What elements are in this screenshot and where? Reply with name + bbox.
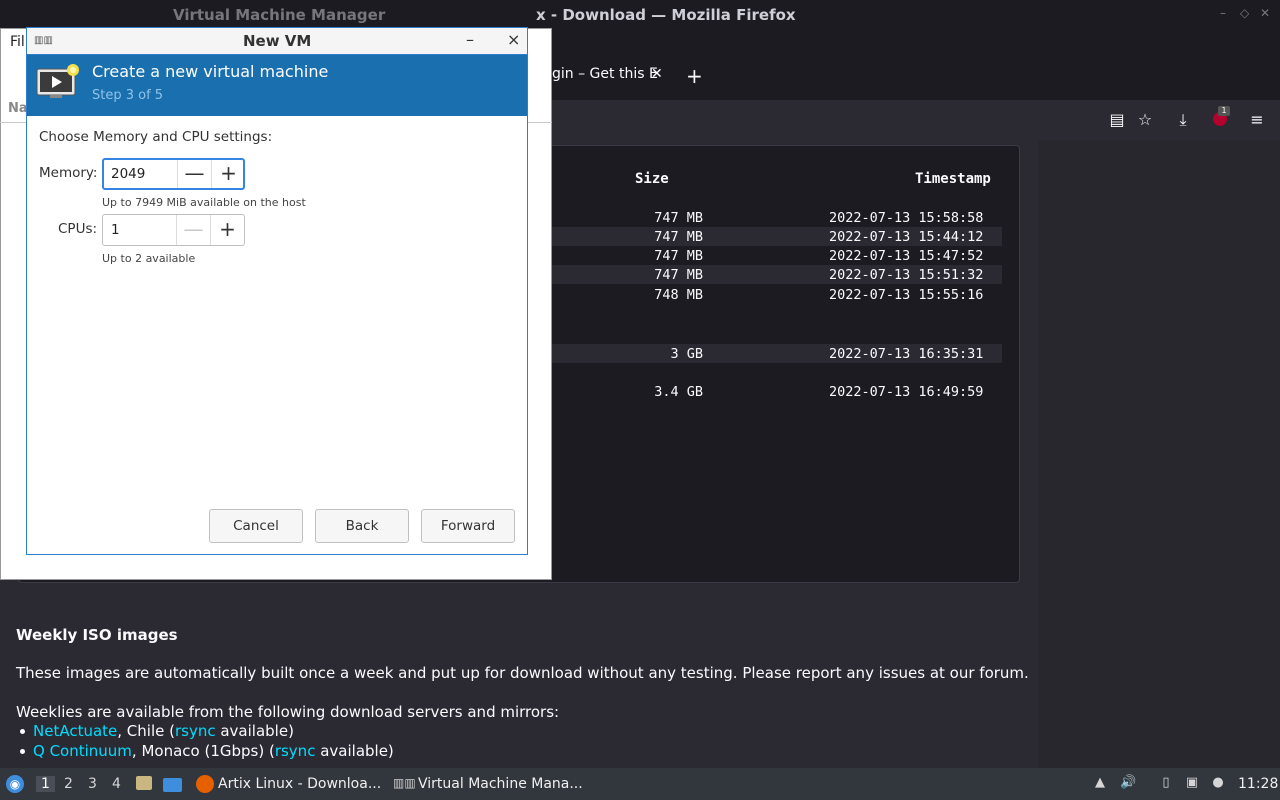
cancel-button[interactable]: Cancel <box>209 509 303 543</box>
vmm-file-menu[interactable]: Fil <box>10 34 25 50</box>
workspace-1[interactable]: 1 <box>36 776 55 792</box>
bullet <box>20 729 25 734</box>
table-cell-size: 747 MB <box>654 267 703 283</box>
workspace-3[interactable]: 3 <box>88 776 97 792</box>
mirror-text: , Monaco (1Gbps) ( <box>131 742 275 760</box>
table-cell-timestamp: 2022-07-13 16:49:59 <box>829 384 984 400</box>
firefox-icon[interactable] <box>196 775 214 793</box>
wizard-title: Create a new virtual machine <box>92 62 329 81</box>
taskbar <box>0 768 1280 800</box>
reader-view-icon[interactable]: ▤ <box>1106 109 1128 131</box>
cpus-decrease-button[interactable]: — <box>176 215 210 245</box>
table-cell-size: 747 MB <box>654 229 703 245</box>
mirror-text: available) <box>215 722 294 740</box>
cpus-input[interactable] <box>111 221 175 239</box>
back-button[interactable]: Back <box>315 509 409 543</box>
table-cell-size: 747 MB <box>654 210 703 226</box>
cpus-label: CPUs: <box>58 221 98 237</box>
table-cell-size: 748 MB <box>654 287 703 303</box>
network-icon[interactable]: ▣ <box>1184 775 1200 791</box>
tab-close-icon[interactable]: ✕ <box>651 66 663 82</box>
rsync-link[interactable]: rsync <box>275 742 316 760</box>
column-header-size[interactable]: Size <box>635 171 669 187</box>
memory-spinbutton: — + <box>102 158 245 190</box>
wizard-step-indicator: Step 3 of 5 <box>92 88 164 103</box>
cpus-increase-button[interactable]: + <box>210 215 244 245</box>
cpus-hint: Up to 2 available <box>102 252 196 265</box>
section-label: Choose Memory and CPU settings: <box>39 129 273 145</box>
list-item: Q Continuum, Monaco (1Gbps) (rsync avail… <box>20 742 394 760</box>
vmm-task-icon[interactable]: ▥▥ <box>393 776 416 790</box>
memory-input[interactable] <box>111 165 175 183</box>
extension-badge: 1 <box>1218 106 1230 116</box>
workspace-4[interactable]: 4 <box>112 776 121 792</box>
table-cell-timestamp: 2022-07-13 16:35:31 <box>829 346 984 362</box>
table-cell-timestamp: 2022-07-13 15:44:12 <box>829 229 984 245</box>
table-cell-size: 3.4 GB <box>654 384 703 400</box>
firefox-minimize-icon[interactable]: – <box>1220 6 1226 20</box>
mirror-link-netactuate[interactable]: NetActuate <box>33 722 117 740</box>
vmm-app-icon: ▥▥ <box>34 35 53 46</box>
taskbar-firefox-task[interactable]: Artix Linux - Downloa... <box>218 776 381 792</box>
taskbar-vmm-task[interactable]: Virtual Machine Mana... <box>418 776 583 792</box>
firefox-tab[interactable]: gin – Get this E <box>552 66 658 82</box>
weekly-iso-description: These images are automatically built onc… <box>16 664 1029 682</box>
start-menu-icon[interactable]: ◉ <box>6 775 24 793</box>
clock: 11:28 <box>1238 776 1279 792</box>
mirror-text: available) <box>315 742 394 760</box>
file-manager-icon[interactable] <box>136 776 152 790</box>
table-cell-timestamp: 2022-07-13 15:47:52 <box>829 248 984 264</box>
table-cell-timestamp: 2022-07-13 15:55:16 <box>829 287 984 303</box>
new-tab-button[interactable]: + <box>686 64 703 88</box>
table-cell-size: 747 MB <box>654 248 703 264</box>
mirror-link-q-continuum[interactable]: Q Continuum <box>33 742 132 760</box>
firefox-close-icon[interactable]: ✕ <box>1260 6 1270 20</box>
new-vm-monitor-icon <box>36 64 79 98</box>
memory-hint: Up to 7949 MiB available on the host <box>102 196 306 209</box>
forward-button[interactable]: Forward <box>421 509 515 543</box>
vmm-column-header-name[interactable]: Na <box>8 101 28 116</box>
memory-decrease-button[interactable]: — <box>177 160 211 188</box>
dialog-close-icon[interactable]: × <box>507 30 520 49</box>
rsync-link[interactable]: rsync <box>175 722 216 740</box>
dialog-title: New VM <box>243 32 312 50</box>
cpus-spinbutton: — + <box>102 214 245 246</box>
downloads-icon[interactable]: ⤓ <box>1172 109 1194 131</box>
mirror-text: , Chile ( <box>117 722 175 740</box>
notifications-icon[interactable]: ● <box>1210 775 1226 791</box>
table-cell-timestamp: 2022-07-13 15:58:58 <box>829 210 984 226</box>
weekly-mirrors-intro: Weeklies are available from the followin… <box>16 703 560 721</box>
memory-increase-button[interactable]: + <box>211 160 245 188</box>
page-side-area <box>1038 140 1280 768</box>
dialog-minimize-icon[interactable]: – <box>466 30 474 49</box>
tray-up-arrow-icon[interactable]: ▲ <box>1092 775 1108 791</box>
bookmark-star-icon[interactable]: ☆ <box>1134 109 1156 131</box>
volume-icon[interactable]: 🔊 <box>1120 775 1136 791</box>
weekly-iso-heading: Weekly ISO images <box>16 626 178 644</box>
hamburger-menu-icon[interactable]: ≡ <box>1246 109 1268 131</box>
clipboard-icon[interactable]: ▯ <box>1158 775 1174 791</box>
table-cell-timestamp: 2022-07-13 15:51:32 <box>829 267 984 283</box>
memory-label: Memory: <box>39 165 98 181</box>
firefox-maximize-icon[interactable]: ◇ <box>1240 6 1249 20</box>
firefox-window-title: x - Download — Mozilla Firefox <box>536 6 796 24</box>
column-header-timestamp[interactable]: Timestamp <box>915 171 991 187</box>
list-item: NetActuate, Chile (rsync available) <box>20 722 294 740</box>
show-desktop-icon[interactable] <box>163 778 182 792</box>
bullet <box>20 749 25 754</box>
table-cell-size: 3 GB <box>670 346 703 362</box>
vmm-window-title: Virtual Machine Manager <box>173 6 386 24</box>
workspace-2[interactable]: 2 <box>64 776 73 792</box>
